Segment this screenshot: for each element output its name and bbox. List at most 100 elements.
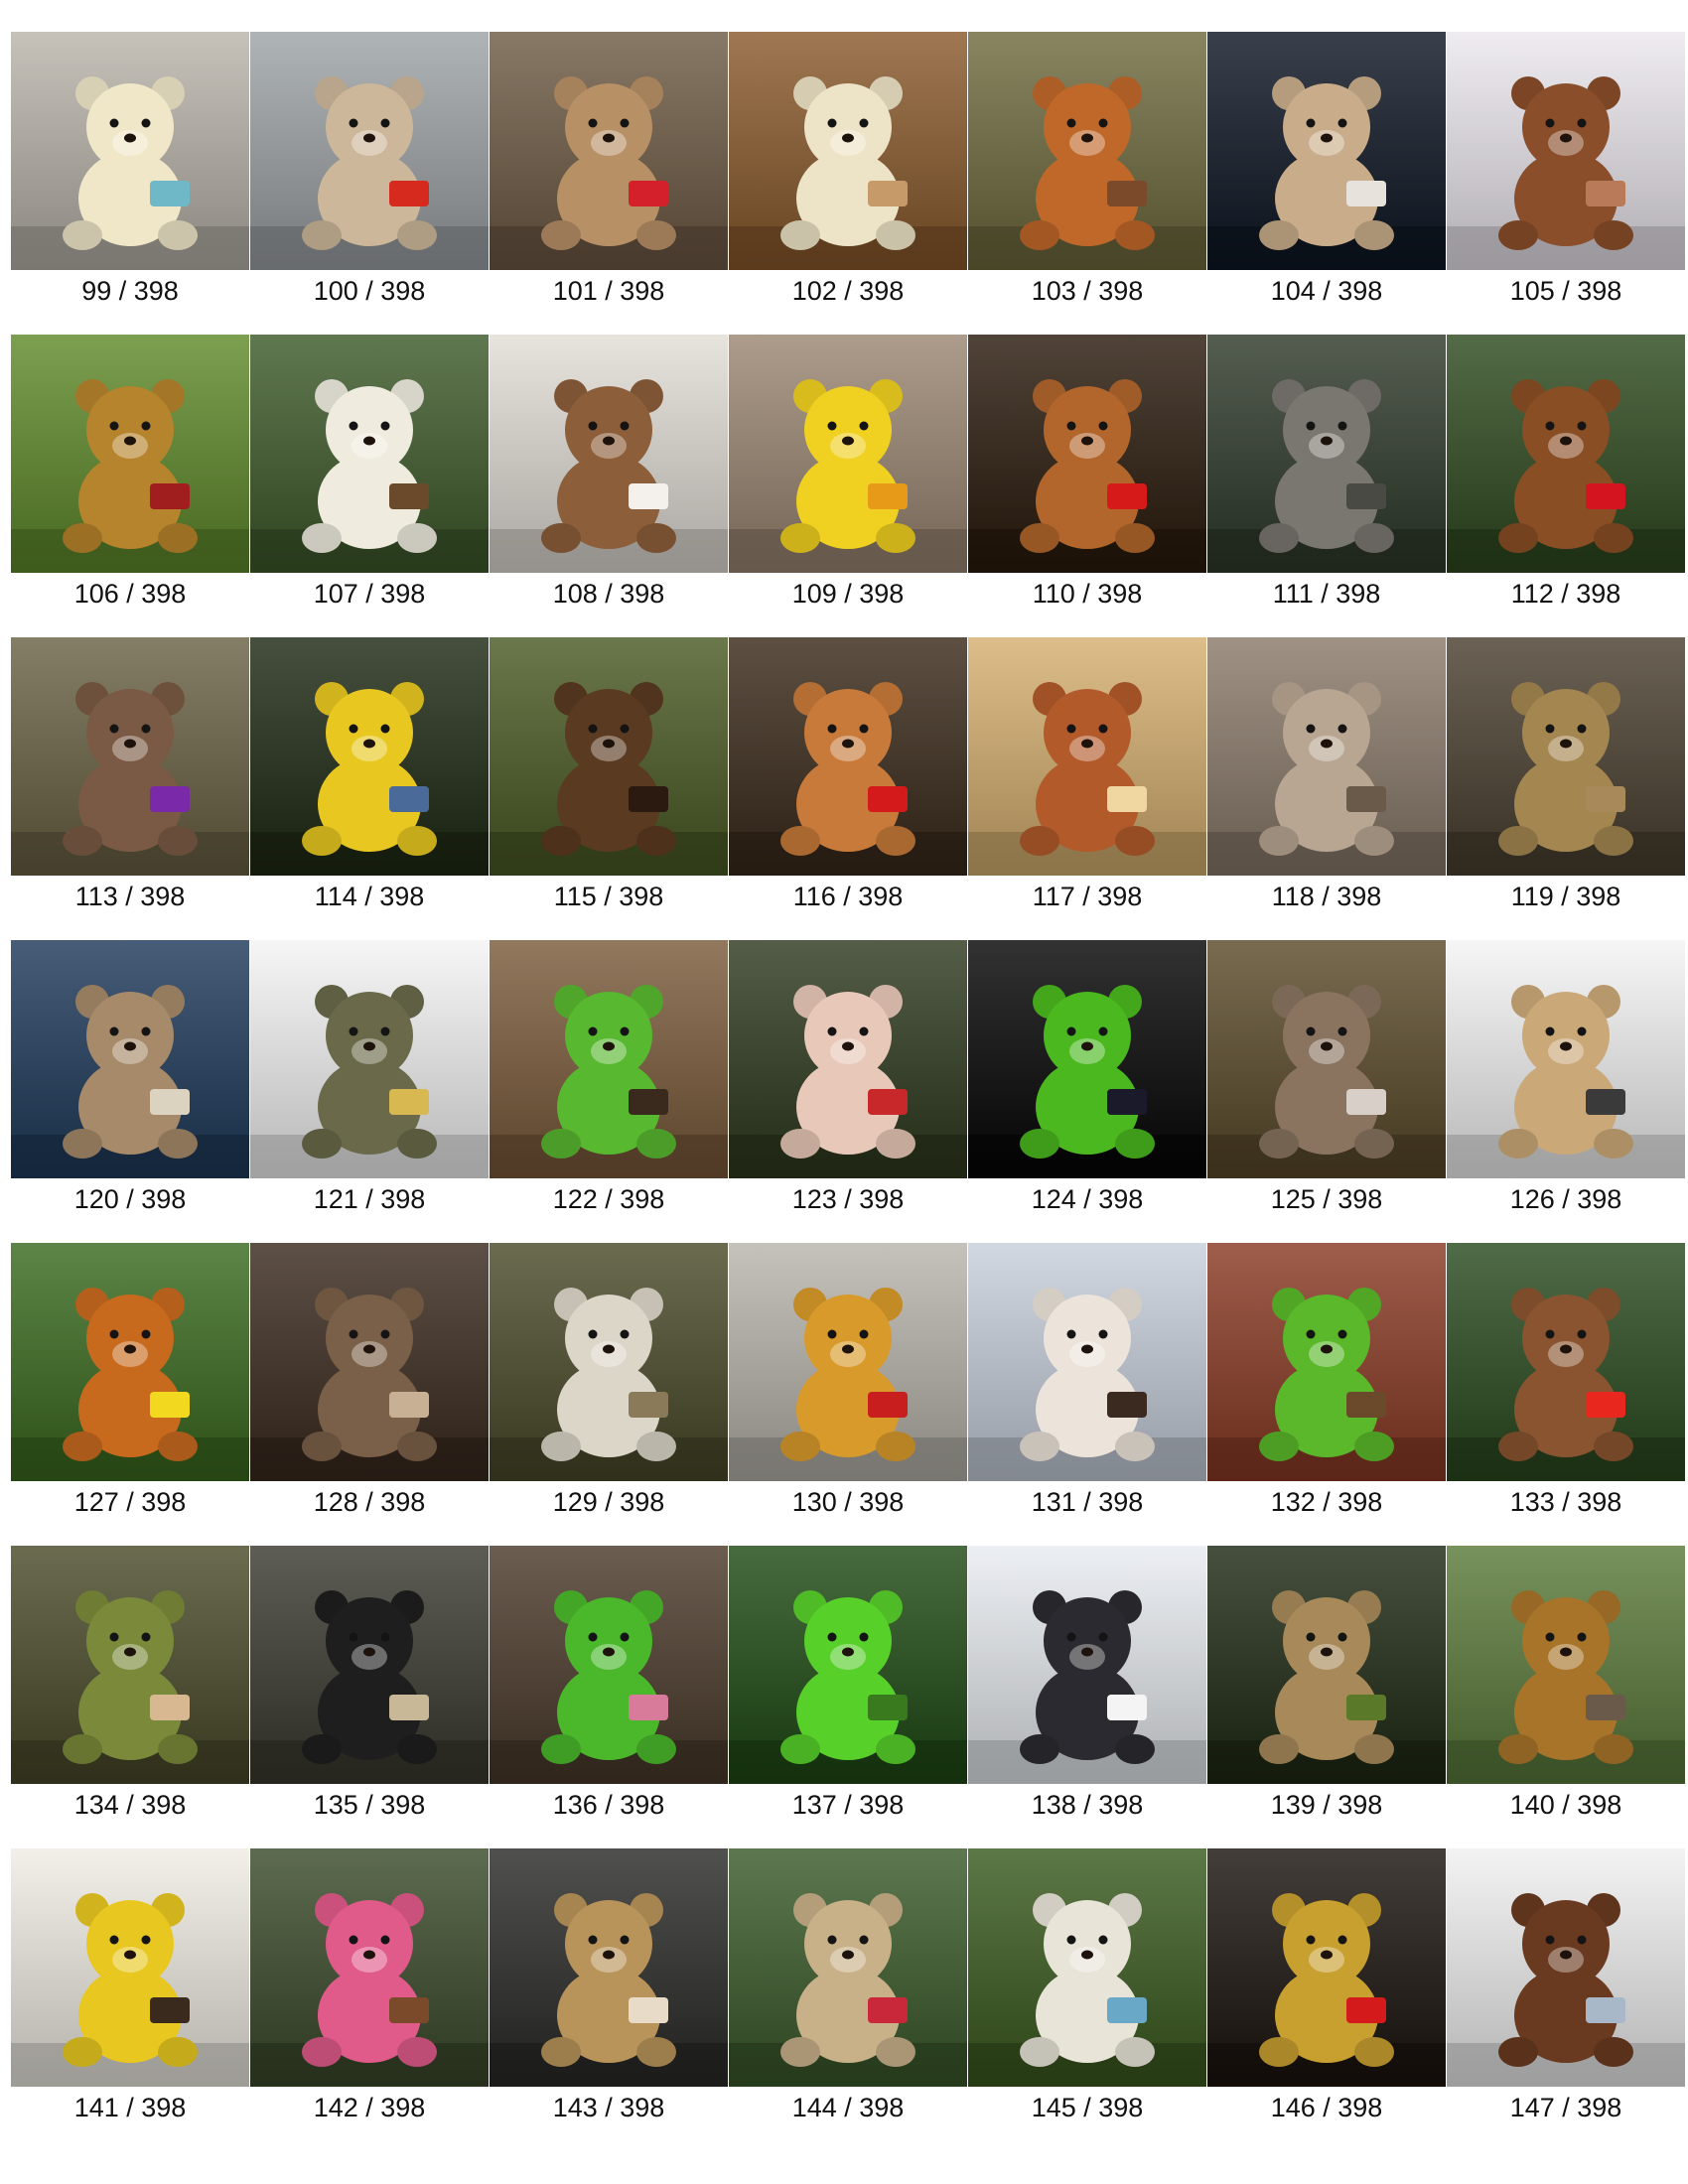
thumbnail-cell[interactable]: 145 / 398 [968,1848,1206,2151]
thumbnail-cell[interactable]: 100 / 398 [250,32,489,335]
thumbnail-image[interactable] [250,940,489,1178]
thumbnail-cell[interactable]: 136 / 398 [490,1546,728,1848]
thumbnail-image[interactable] [968,637,1206,876]
thumbnail-cell[interactable]: 129 / 398 [490,1243,728,1546]
thumbnail-cell[interactable]: 106 / 398 [11,335,249,637]
thumbnail-cell[interactable]: 101 / 398 [490,32,728,335]
thumbnail-cell[interactable]: 146 / 398 [1207,1848,1446,2151]
thumbnail-image[interactable] [490,1848,728,2087]
thumbnail-image[interactable] [968,1243,1206,1481]
thumbnail-image[interactable] [1207,1848,1446,2087]
thumbnail-cell[interactable]: 125 / 398 [1207,940,1446,1243]
thumbnail-image[interactable] [1207,637,1446,876]
thumbnail-image[interactable] [729,1848,967,2087]
thumbnail-image[interactable] [1447,1546,1685,1784]
thumbnail-image[interactable] [11,1546,249,1784]
thumbnail-cell[interactable]: 138 / 398 [968,1546,1206,1848]
thumbnail-image[interactable] [250,1243,489,1481]
thumbnail-cell[interactable]: 123 / 398 [729,940,967,1243]
thumbnail-cell[interactable]: 132 / 398 [1207,1243,1446,1546]
thumbnail-cell[interactable]: 104 / 398 [1207,32,1446,335]
thumbnail-cell[interactable]: 115 / 398 [490,637,728,940]
thumbnail-cell[interactable]: 130 / 398 [729,1243,967,1546]
thumbnail-image[interactable] [1447,32,1685,270]
thumbnail-cell[interactable]: 113 / 398 [11,637,249,940]
thumbnail-cell[interactable]: 124 / 398 [968,940,1206,1243]
thumbnail-image[interactable] [11,940,249,1178]
thumbnail-cell[interactable]: 120 / 398 [11,940,249,1243]
thumbnail-cell[interactable]: 142 / 398 [250,1848,489,2151]
thumbnail-image[interactable] [250,1546,489,1784]
thumbnail-cell[interactable]: 128 / 398 [250,1243,489,1546]
thumbnail-image[interactable] [729,32,967,270]
thumbnail-cell[interactable]: 99 / 398 [11,32,249,335]
thumbnail-image[interactable] [729,1546,967,1784]
thumbnail-cell[interactable]: 119 / 398 [1447,637,1685,940]
thumbnail-cell[interactable]: 143 / 398 [490,1848,728,2151]
thumbnail-image[interactable] [250,32,489,270]
thumbnail-image[interactable] [490,32,728,270]
thumbnail-cell[interactable]: 118 / 398 [1207,637,1446,940]
thumbnail-cell[interactable]: 137 / 398 [729,1546,967,1848]
thumbnail-image[interactable] [11,32,249,270]
thumbnail-image[interactable] [729,1243,967,1481]
thumbnail-image[interactable] [729,335,967,573]
thumbnail-image[interactable] [250,335,489,573]
thumbnail-cell[interactable]: 133 / 398 [1447,1243,1685,1546]
thumbnail-cell[interactable]: 105 / 398 [1447,32,1685,335]
thumbnail-image[interactable] [490,637,728,876]
thumbnail-cell[interactable]: 134 / 398 [11,1546,249,1848]
thumbnail-image[interactable] [490,1546,728,1784]
thumbnail-cell[interactable]: 108 / 398 [490,335,728,637]
thumbnail-image[interactable] [490,335,728,573]
thumbnail-image[interactable] [250,637,489,876]
thumbnail-cell[interactable]: 135 / 398 [250,1546,489,1848]
thumbnail-cell[interactable]: 139 / 398 [1207,1546,1446,1848]
thumbnail-image[interactable] [1207,335,1446,573]
thumbnail-cell[interactable]: 110 / 398 [968,335,1206,637]
thumbnail-cell[interactable]: 147 / 398 [1447,1848,1685,2151]
thumbnail-image[interactable] [250,1848,489,2087]
thumbnail-image[interactable] [968,335,1206,573]
thumbnail-image[interactable] [968,1546,1206,1784]
thumbnail-cell[interactable]: 141 / 398 [11,1848,249,2151]
thumbnail-cell[interactable]: 144 / 398 [729,1848,967,2151]
thumbnail-cell[interactable]: 111 / 398 [1207,335,1446,637]
thumbnail-image[interactable] [11,335,249,573]
thumbnail-cell[interactable]: 121 / 398 [250,940,489,1243]
thumbnail-image[interactable] [1447,637,1685,876]
toy-head [86,689,174,776]
thumbnail-image[interactable] [1447,1848,1685,2087]
thumbnail-cell[interactable]: 117 / 398 [968,637,1206,940]
thumbnail-image[interactable] [968,32,1206,270]
thumbnail-image[interactable] [1207,1243,1446,1481]
thumbnail-image[interactable] [11,637,249,876]
thumbnail-image[interactable] [1447,940,1685,1178]
thumbnail-image[interactable] [11,1243,249,1481]
thumbnail-image[interactable] [729,940,967,1178]
thumbnail-image[interactable] [729,637,967,876]
thumbnail-image[interactable] [968,1848,1206,2087]
thumbnail-cell[interactable]: 102 / 398 [729,32,967,335]
thumbnail-cell[interactable]: 109 / 398 [729,335,967,637]
thumbnail-image[interactable] [11,1848,249,2087]
thumbnail-cell[interactable]: 116 / 398 [729,637,967,940]
thumbnail-image[interactable] [1207,1546,1446,1784]
thumbnail-image[interactable] [1447,335,1685,573]
toy-nose [363,1041,375,1051]
thumbnail-image[interactable] [1207,940,1446,1178]
thumbnail-image[interactable] [1207,32,1446,270]
thumbnail-cell[interactable]: 131 / 398 [968,1243,1206,1546]
thumbnail-image[interactable] [968,940,1206,1178]
thumbnail-cell[interactable]: 126 / 398 [1447,940,1685,1243]
thumbnail-cell[interactable]: 127 / 398 [11,1243,249,1546]
thumbnail-cell[interactable]: 122 / 398 [490,940,728,1243]
thumbnail-cell[interactable]: 114 / 398 [250,637,489,940]
thumbnail-image[interactable] [490,940,728,1178]
thumbnail-cell[interactable]: 112 / 398 [1447,335,1685,637]
thumbnail-image[interactable] [490,1243,728,1481]
thumbnail-cell[interactable]: 103 / 398 [968,32,1206,335]
thumbnail-cell[interactable]: 107 / 398 [250,335,489,637]
thumbnail-image[interactable] [1447,1243,1685,1481]
thumbnail-cell[interactable]: 140 / 398 [1447,1546,1685,1848]
